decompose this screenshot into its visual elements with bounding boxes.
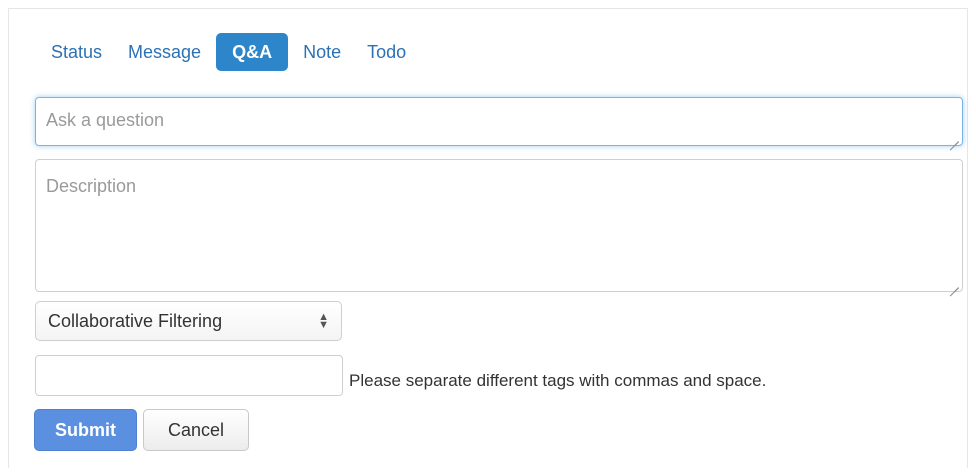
submit-button[interactable]: Submit [34,409,137,451]
tab-status[interactable]: Status [40,33,113,71]
tags-input[interactable] [35,355,343,396]
tab-message[interactable]: Message [117,33,212,71]
tags-help-text: Please separate different tags with comm… [349,371,767,390]
post-type-tabs: Status Message Q&A Note Todo [40,32,421,72]
tab-note[interactable]: Note [292,33,352,71]
question-input[interactable] [35,97,963,146]
cancel-button[interactable]: Cancel [143,409,249,451]
category-select[interactable]: Collaborative Filtering ▲ ▼ [35,301,342,341]
category-select-value: Collaborative Filtering [48,310,223,331]
select-arrows-icon: ▲ ▼ [318,311,329,331]
tab-todo[interactable]: Todo [356,33,417,71]
tab-qa[interactable]: Q&A [216,33,289,71]
description-input[interactable] [35,159,963,292]
